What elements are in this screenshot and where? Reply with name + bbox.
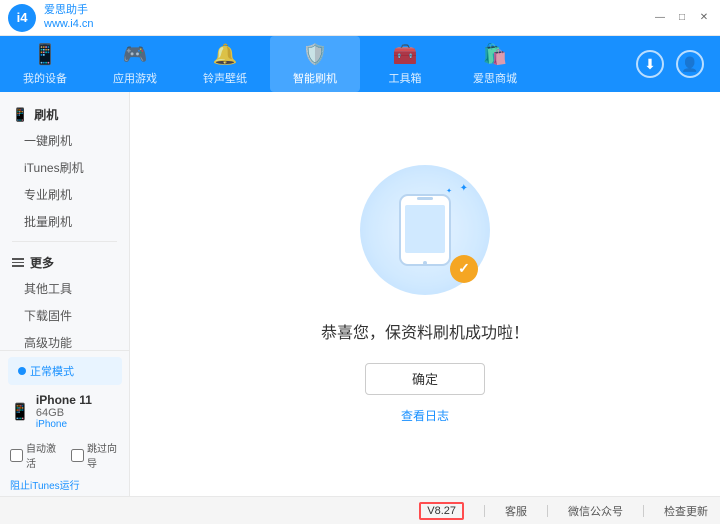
nav-item-toolbox[interactable]: 🧰 工具箱 bbox=[360, 36, 450, 92]
itunes-info: 阻止iTunes运行 bbox=[0, 474, 130, 496]
sparkle-2-icon: ✦ bbox=[446, 187, 452, 195]
footer-divider-1 bbox=[484, 505, 485, 517]
activate-guide-checkbox[interactable]: 跳过向导 bbox=[71, 440, 120, 470]
title-bar-left: i4 爱思助手 www.i4.cn bbox=[8, 4, 94, 32]
store-icon: 🛍️ bbox=[483, 42, 508, 67]
download-button[interactable]: ⬇ bbox=[636, 50, 664, 78]
more-section-header: 更多 bbox=[0, 248, 129, 275]
sidebar-checkboxes: 自动激活 跳过向导 bbox=[0, 436, 130, 474]
success-message: 恭喜您，保资料刷机成功啦！ bbox=[321, 319, 529, 343]
maximize-button[interactable]: □ bbox=[674, 10, 690, 26]
footer-link-check-update[interactable]: 检查更新 bbox=[664, 503, 708, 519]
sidebar-item-one-click-flash[interactable]: 一键刷机 bbox=[0, 127, 129, 154]
flash-section-header: 📱 刷机 bbox=[0, 100, 129, 127]
success-illustration: ✦ ✦ ✓ bbox=[360, 165, 490, 295]
logo-icon: i4 bbox=[8, 4, 36, 32]
toolbox-icon: 🧰 bbox=[393, 42, 418, 67]
my-device-icon: 📱 bbox=[33, 42, 58, 67]
title-bar: i4 爱思助手 www.i4.cn — □ ✕ bbox=[0, 0, 720, 36]
sparkle-1-icon: ✦ bbox=[460, 183, 468, 194]
nav-right-actions: ⬇ 👤 bbox=[636, 50, 720, 78]
footer: V8.27 客服 微信公众号 检查更新 bbox=[0, 496, 720, 524]
sidebar-item-download-firmware[interactable]: 下载固件 bbox=[0, 302, 129, 329]
sidebar-bottom: 正常模式 📱 iPhone 11 64GB iPhone 自动激活 跳过向导 阻… bbox=[0, 350, 130, 496]
title-bar-controls: — □ ✕ bbox=[652, 10, 712, 26]
activate-guide-input[interactable] bbox=[71, 449, 84, 462]
main-content: ✦ ✦ ✓ 恭喜您，保资料刷机成功啦！ 确定 查看日志 bbox=[130, 92, 720, 496]
sidebar-item-pro-flash[interactable]: 专业刷机 bbox=[0, 181, 129, 208]
device-storage: 64GB bbox=[36, 407, 92, 419]
footer-divider-2 bbox=[547, 505, 548, 517]
confirm-button[interactable]: 确定 bbox=[365, 363, 485, 395]
nav-item-aisi-store[interactable]: 🛍️ 爱思商城 bbox=[450, 36, 540, 92]
footer-divider-3 bbox=[643, 505, 644, 517]
sidebar-item-batch-flash[interactable]: 批量刷机 bbox=[0, 208, 129, 235]
view-log-link[interactable]: 查看日志 bbox=[401, 407, 449, 424]
sidebar-divider bbox=[12, 241, 117, 242]
user-button[interactable]: 👤 bbox=[676, 50, 704, 78]
nav-item-apps-games[interactable]: 🎮 应用游戏 bbox=[90, 36, 180, 92]
nav-item-my-device[interactable]: 📱 我的设备 bbox=[0, 36, 90, 92]
version-badge: V8.27 bbox=[419, 502, 464, 520]
smart-flash-icon: 🛡️ bbox=[303, 42, 328, 67]
auto-activate-input[interactable] bbox=[10, 449, 23, 462]
device-phone-icon: 📱 bbox=[10, 402, 30, 422]
device-model: iPhone bbox=[36, 419, 92, 430]
nav-item-smart-flash[interactable]: 🛡️ 智能刷机 bbox=[270, 36, 360, 92]
mode-badge: 正常模式 bbox=[8, 357, 122, 385]
nav-item-ringtone-wallpaper[interactable]: 🔔 铃声壁纸 bbox=[180, 36, 270, 92]
auto-activate-checkbox[interactable]: 自动激活 bbox=[10, 440, 59, 470]
logo-text: 爱思助手 www.i4.cn bbox=[44, 4, 94, 30]
phone-illustration bbox=[395, 190, 455, 270]
footer-link-wechat[interactable]: 微信公众号 bbox=[568, 503, 623, 519]
mode-dot bbox=[18, 367, 26, 375]
device-info: 📱 iPhone 11 64GB iPhone bbox=[0, 389, 130, 436]
sidebar-item-itunes-flash[interactable]: iTunes刷机 bbox=[0, 154, 129, 181]
check-badge: ✓ bbox=[450, 255, 478, 283]
apps-games-icon: 🎮 bbox=[123, 42, 148, 67]
phone-small-icon: 📱 bbox=[12, 107, 28, 123]
device-name: iPhone 11 bbox=[36, 393, 92, 407]
nav-bar: 📱 我的设备 🎮 应用游戏 🔔 铃声壁纸 🛡️ 智能刷机 🧰 工具箱 🛍️ 爱思… bbox=[0, 36, 720, 92]
minimize-button[interactable]: — bbox=[652, 10, 668, 26]
footer-link-support[interactable]: 客服 bbox=[505, 503, 527, 519]
ringtone-icon: 🔔 bbox=[213, 42, 238, 67]
close-button[interactable]: ✕ bbox=[696, 10, 712, 26]
more-icon bbox=[12, 258, 24, 267]
sidebar-item-other-tools[interactable]: 其他工具 bbox=[0, 275, 129, 302]
